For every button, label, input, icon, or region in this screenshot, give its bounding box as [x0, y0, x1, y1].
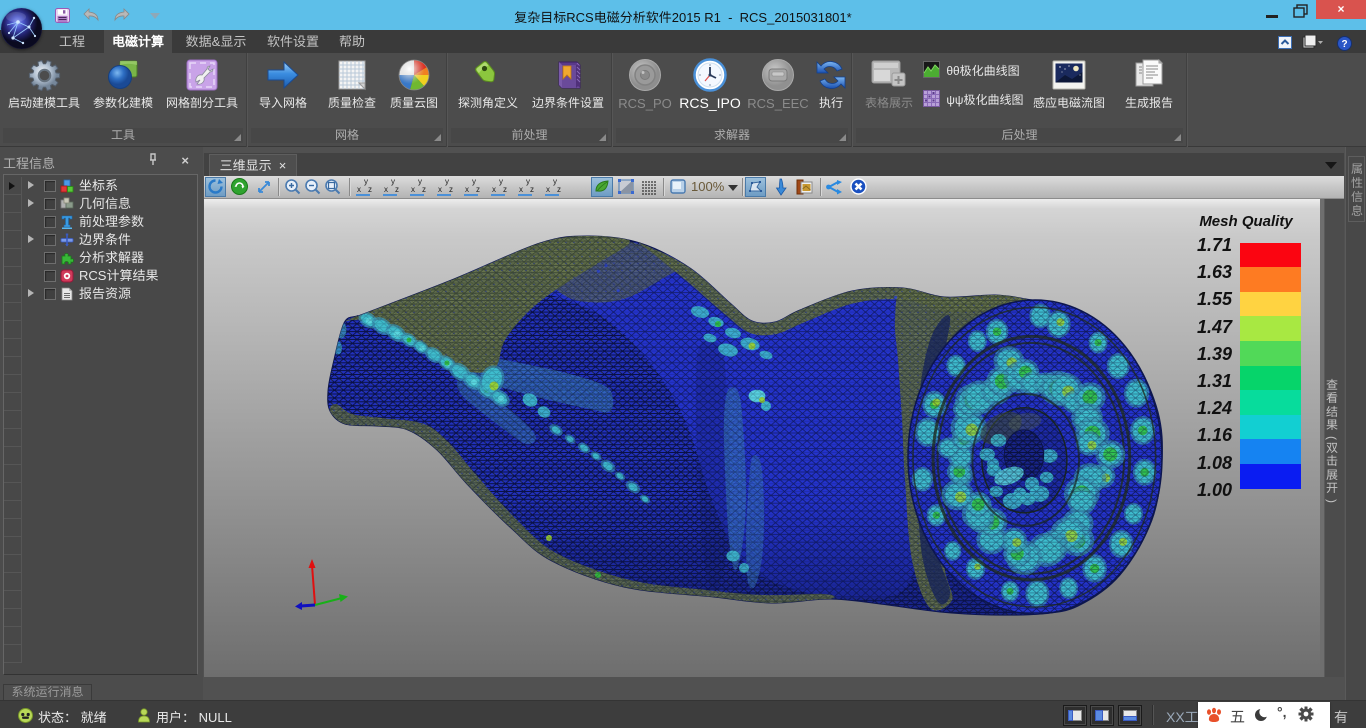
svg-text:?: ? — [1341, 39, 1347, 50]
